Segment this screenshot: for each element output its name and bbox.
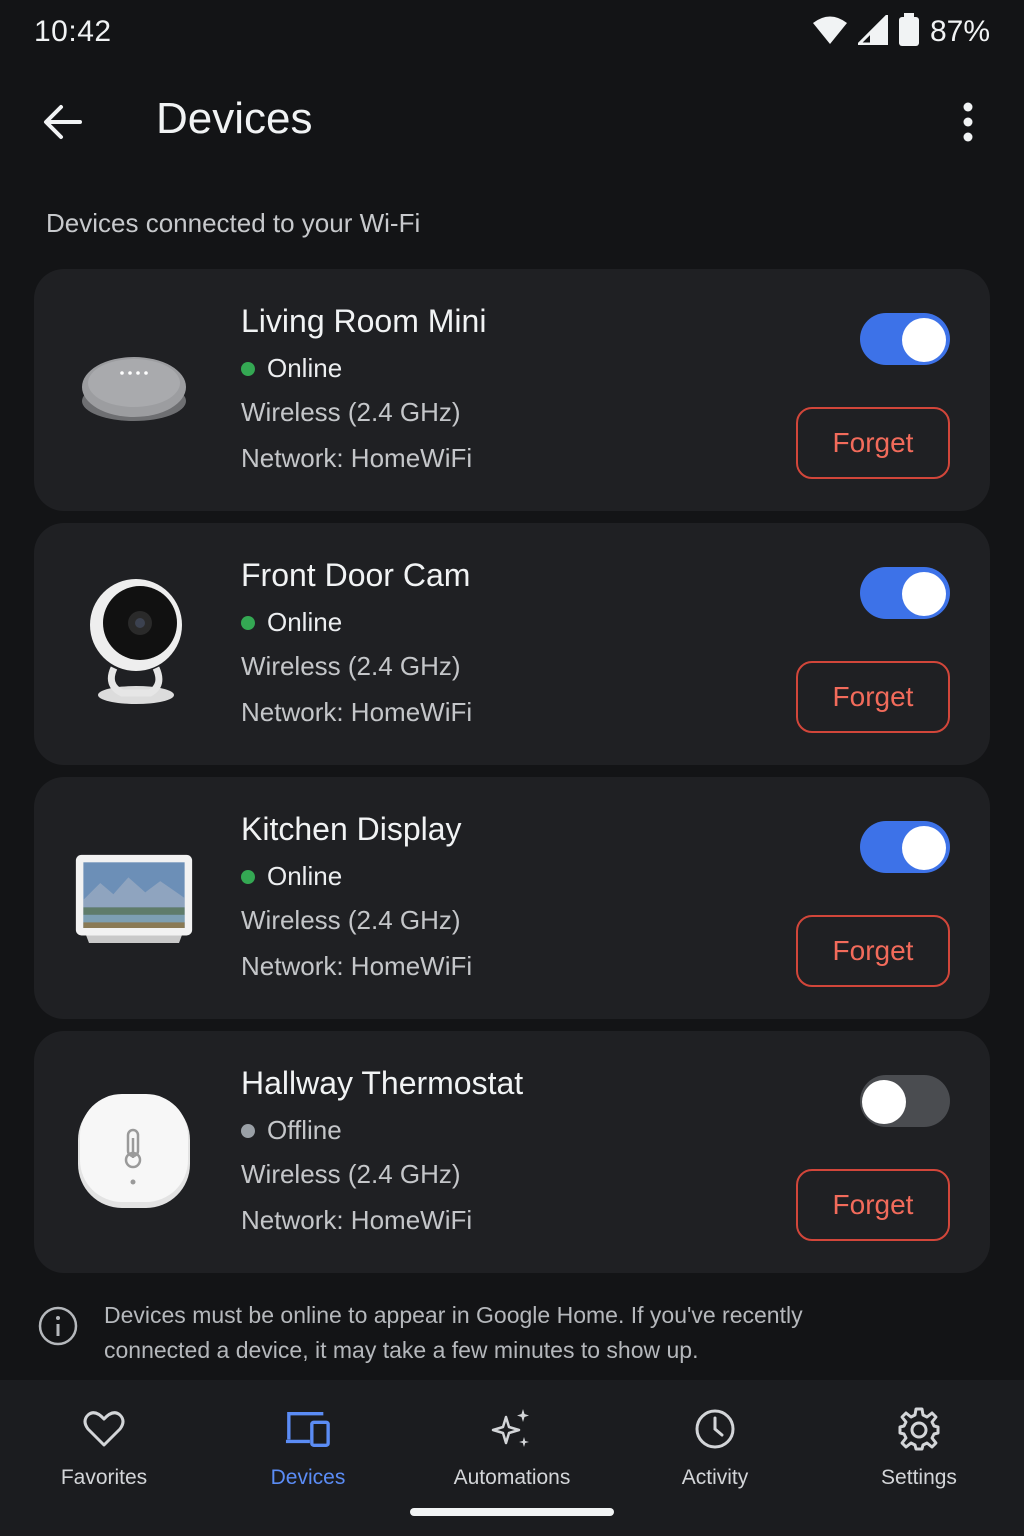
home-indicator[interactable] <box>410 1508 614 1516</box>
device-status: Offline <box>241 1115 342 1146</box>
device-card-hallway-thermostat[interactable]: Hallway Thermostat Offline Wireless (2.4… <box>34 1031 990 1273</box>
nav-item-settings[interactable]: Settings <box>829 1406 1009 1506</box>
forget-button[interactable]: Forget <box>796 661 950 733</box>
toggle-knob <box>902 572 946 616</box>
device-toggle[interactable] <box>860 567 950 619</box>
security-camera-image <box>74 563 194 723</box>
device-status: Online <box>241 607 342 638</box>
device-toggle[interactable] <box>860 1075 950 1127</box>
device-toggle[interactable] <box>860 313 950 365</box>
info-icon <box>38 1306 78 1346</box>
forget-button[interactable]: Forget <box>796 915 950 987</box>
nav-label: Automations <box>453 1466 571 1489</box>
device-toggle[interactable] <box>860 821 950 873</box>
nav-label: Activity <box>681 1466 749 1489</box>
device-connection: Wireless (2.4 GHz) <box>241 397 461 427</box>
app-bar: Devices <box>0 80 1024 166</box>
device-connection: Wireless (2.4 GHz) <box>241 651 461 681</box>
device-status: Online <box>241 353 342 384</box>
online-dot-icon <box>241 615 255 630</box>
device-status-label: Offline <box>267 1115 342 1145</box>
device-status: Online <box>241 861 342 892</box>
device-name: Front Door Cam <box>241 557 471 593</box>
online-dot-icon <box>241 869 255 884</box>
device-status-label: Online <box>267 353 343 383</box>
forget-button[interactable]: Forget <box>796 1169 950 1241</box>
wifi-icon <box>812 15 848 50</box>
nav-item-automations[interactable]: Automations <box>422 1406 602 1506</box>
offline-dot-icon <box>241 1123 255 1138</box>
device-network: Network: HomeWiFi <box>241 697 473 727</box>
nav-label: Favorites <box>60 1466 148 1489</box>
device-name: Kitchen Display <box>241 811 462 847</box>
battery-percent: 87% <box>929 15 990 48</box>
more-vert-icon <box>962 102 974 147</box>
device-name: Living Room Mini <box>241 303 487 339</box>
device-network: Network: HomeWiFi <box>241 443 473 473</box>
online-dot-icon <box>241 361 255 376</box>
forget-button[interactable]: Forget <box>796 407 950 479</box>
device-network: Network: HomeWiFi <box>241 951 473 981</box>
nav-label: Devices <box>270 1466 346 1489</box>
device-connection: Wireless (2.4 GHz) <box>241 905 461 935</box>
device-network: Network: HomeWiFi <box>241 1205 473 1235</box>
nav-label: Settings <box>881 1466 957 1489</box>
device-card-living-room-mini[interactable]: Living Room Mini Online Wireless (2.4 GH… <box>34 269 990 511</box>
smart-speaker-image <box>74 309 194 469</box>
info-note-text: Devices must be online to appear in Goog… <box>104 1302 803 1363</box>
heart-icon <box>81 1406 127 1452</box>
status-bar: 10:42 87% <box>0 0 1024 64</box>
device-status-label: Online <box>267 861 343 891</box>
more-options-button[interactable] <box>944 98 992 150</box>
device-status-label: Online <box>267 607 343 637</box>
device-connection: Wireless (2.4 GHz) <box>241 1159 461 1189</box>
cell-signal-icon <box>855 11 889 50</box>
page-title: Devices <box>156 94 313 143</box>
gear-icon <box>896 1406 942 1452</box>
sparkle-icon <box>489 1406 535 1452</box>
info-note: Devices must be online to appear in Goog… <box>38 1298 988 1368</box>
toggle-knob <box>902 826 946 870</box>
device-card-front-door-cam[interactable]: Front Door Cam Online Wireless (2.4 GHz)… <box>34 523 990 765</box>
clock-icon <box>692 1406 738 1452</box>
device-name: Hallway Thermostat <box>241 1065 524 1101</box>
devices-icon <box>285 1406 331 1452</box>
toggle-knob <box>862 1080 906 1124</box>
status-icons: 87% <box>812 11 990 52</box>
back-button[interactable] <box>36 98 88 150</box>
toggle-knob <box>902 318 946 362</box>
section-header: Devices connected to your Wi-Fi <box>46 208 421 238</box>
nav-item-activity[interactable]: Activity <box>625 1406 805 1506</box>
battery-icon <box>898 12 920 52</box>
arrow-back-icon <box>42 104 82 145</box>
nav-item-devices[interactable]: Devices <box>218 1406 398 1506</box>
status-time: 10:42 <box>34 15 112 48</box>
thermostat-sensor-image <box>74 1071 194 1231</box>
nav-item-favorites[interactable]: Favorites <box>14 1406 194 1506</box>
smart-display-image <box>74 817 194 977</box>
device-card-kitchen-display[interactable]: Kitchen Display Online Wireless (2.4 GHz… <box>34 777 990 1019</box>
